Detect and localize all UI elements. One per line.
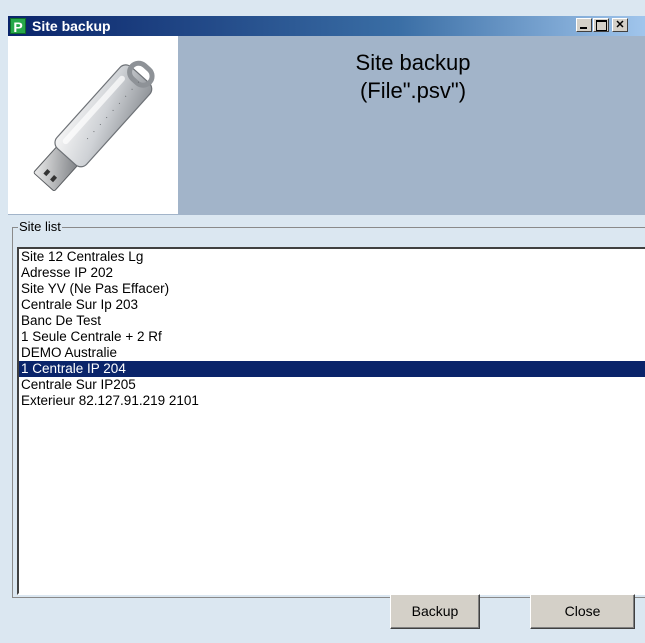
- site-list-item[interactable]: Adresse IP 202: [19, 265, 645, 281]
- site-list-item[interactable]: DEMO Australie: [19, 345, 645, 361]
- title-bar[interactable]: P Site backup ✕: [8, 16, 645, 36]
- site-list-item[interactable]: Site 12 Centrales Lg: [19, 249, 645, 265]
- site-list-item[interactable]: Exterieur 82.127.91.219 2101: [19, 393, 645, 409]
- site-list-item[interactable]: 1 Centrale IP 204: [19, 361, 645, 377]
- site-list-item[interactable]: Site YV (Ne Pas Effacer): [19, 281, 645, 297]
- backup-button[interactable]: Backup: [390, 594, 480, 629]
- site-backup-window: P Site backup ✕ · · · · · · · · · Site b…: [0, 0, 645, 643]
- window-title: Site backup: [32, 18, 111, 34]
- maximize-button[interactable]: [593, 18, 609, 32]
- close-button[interactable]: Close: [530, 594, 635, 629]
- header-subtitle: (File".psv"): [359, 78, 467, 103]
- site-list-label: Site list: [18, 219, 62, 235]
- site-listbox[interactable]: Site 12 Centrales Lg Adresse IP 202 Site Y…: [17, 247, 645, 595]
- header-panel: · · · · · · · · · Site backup (File".psv…: [8, 36, 645, 215]
- site-list-item[interactable]: Centrale Sur IP205: [19, 377, 645, 393]
- site-list-item[interactable]: 1 Seule Centrale + 2 Rf: [19, 329, 645, 345]
- site-list-item[interactable]: Centrale Sur Ip 203: [19, 297, 645, 313]
- site-list-item[interactable]: Banc De Test: [19, 313, 645, 329]
- minimize-button[interactable]: [576, 18, 592, 32]
- close-window-button[interactable]: ✕: [612, 18, 628, 32]
- usb-drive-icon: · · · · · · · · ·: [8, 36, 178, 214]
- header-title: Site backup: [355, 50, 471, 75]
- app-icon: P: [10, 18, 26, 35]
